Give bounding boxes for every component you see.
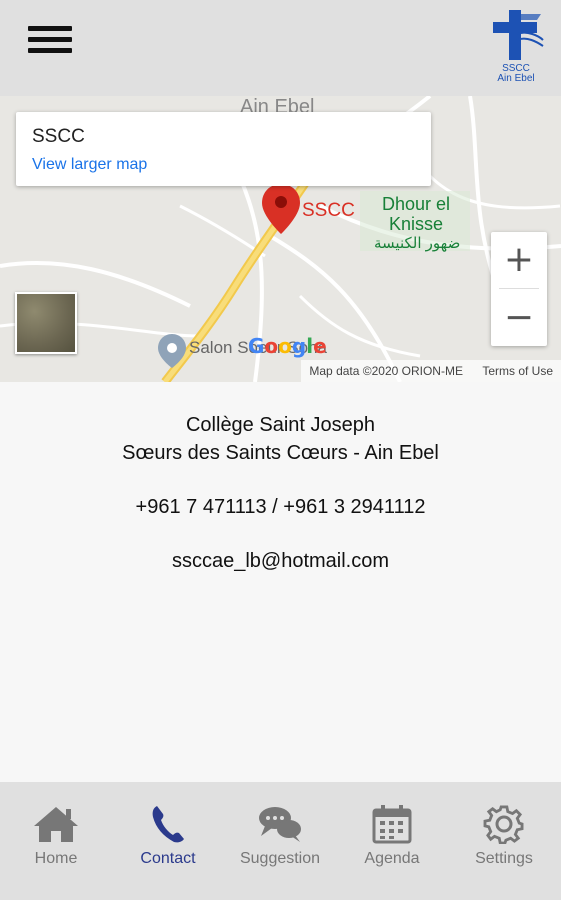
calendar-icon bbox=[372, 805, 412, 844]
chat-bubbles-icon bbox=[259, 807, 301, 842]
map-view[interactable]: Ain Ebel SSCC Dhour el Knisse ضهور الكني… bbox=[0, 96, 561, 382]
map-attribution: Map data ©2020 ORION-ME Terms of Use bbox=[301, 360, 561, 382]
app-header: SSCC Ain Ebel bbox=[0, 0, 561, 96]
satellite-toggle-button[interactable] bbox=[15, 292, 77, 354]
zoom-controls: + − bbox=[491, 232, 547, 346]
logo-text-line2: Ain Ebel bbox=[497, 73, 535, 84]
tab-contact-label: Contact bbox=[140, 850, 196, 867]
map-marker-label: SSCC bbox=[302, 200, 355, 221]
zoom-out-button[interactable]: − bbox=[491, 290, 547, 346]
home-icon bbox=[34, 807, 78, 842]
bottom-tab-bar: Home Contact Suggestion Agenda Settings bbox=[0, 782, 561, 900]
map-card-title: SSCC bbox=[32, 126, 85, 147]
tab-home-label: Home bbox=[34, 850, 78, 867]
view-larger-map-link[interactable]: View larger map bbox=[32, 156, 147, 174]
google-logo: Google bbox=[248, 334, 327, 358]
tab-settings[interactable]: Settings bbox=[448, 804, 560, 874]
map-label-place-1: Dhour el bbox=[382, 194, 451, 214]
map-info-card: SSCC View larger map bbox=[16, 112, 431, 186]
map-data-credit: Map data ©2020 ORION-ME bbox=[309, 364, 463, 378]
tab-settings-label: Settings bbox=[475, 850, 533, 867]
tab-home[interactable]: Home bbox=[0, 804, 112, 874]
map-label-place-2: Knisse bbox=[389, 214, 444, 234]
email-address[interactable]: ssccae_lb@hotmail.com bbox=[0, 550, 561, 573]
location-marker-icon bbox=[262, 184, 300, 234]
tab-suggestion[interactable]: Suggestion bbox=[224, 804, 336, 874]
phone-numbers[interactable]: +961 7 471113 / +961 3 2941112 bbox=[0, 496, 561, 519]
tab-agenda[interactable]: Agenda bbox=[336, 804, 448, 874]
gear-icon bbox=[483, 805, 524, 844]
zoom-in-button[interactable]: + bbox=[491, 232, 547, 288]
school-logo: SSCC Ain Ebel bbox=[485, 6, 547, 88]
school-subtitle: Sœurs des Saints Cœurs - Ain Ebel bbox=[122, 442, 439, 464]
map-label-place-3: ضهور الكنيسة bbox=[374, 235, 461, 252]
cross-logo-icon bbox=[493, 10, 544, 60]
hamburger-menu-icon[interactable] bbox=[28, 24, 72, 56]
phone-icon bbox=[152, 806, 184, 843]
contact-info: Collège Saint Joseph Sœurs des Saints Cœ… bbox=[0, 382, 561, 782]
school-name: Collège Saint Joseph bbox=[185, 414, 375, 436]
tab-suggestion-label: Suggestion bbox=[239, 850, 321, 867]
zoom-divider bbox=[499, 288, 539, 289]
tab-contact[interactable]: Contact bbox=[112, 804, 224, 874]
tab-agenda-label: Agenda bbox=[364, 850, 420, 867]
terms-of-use-link[interactable]: Terms of Use bbox=[482, 364, 553, 378]
